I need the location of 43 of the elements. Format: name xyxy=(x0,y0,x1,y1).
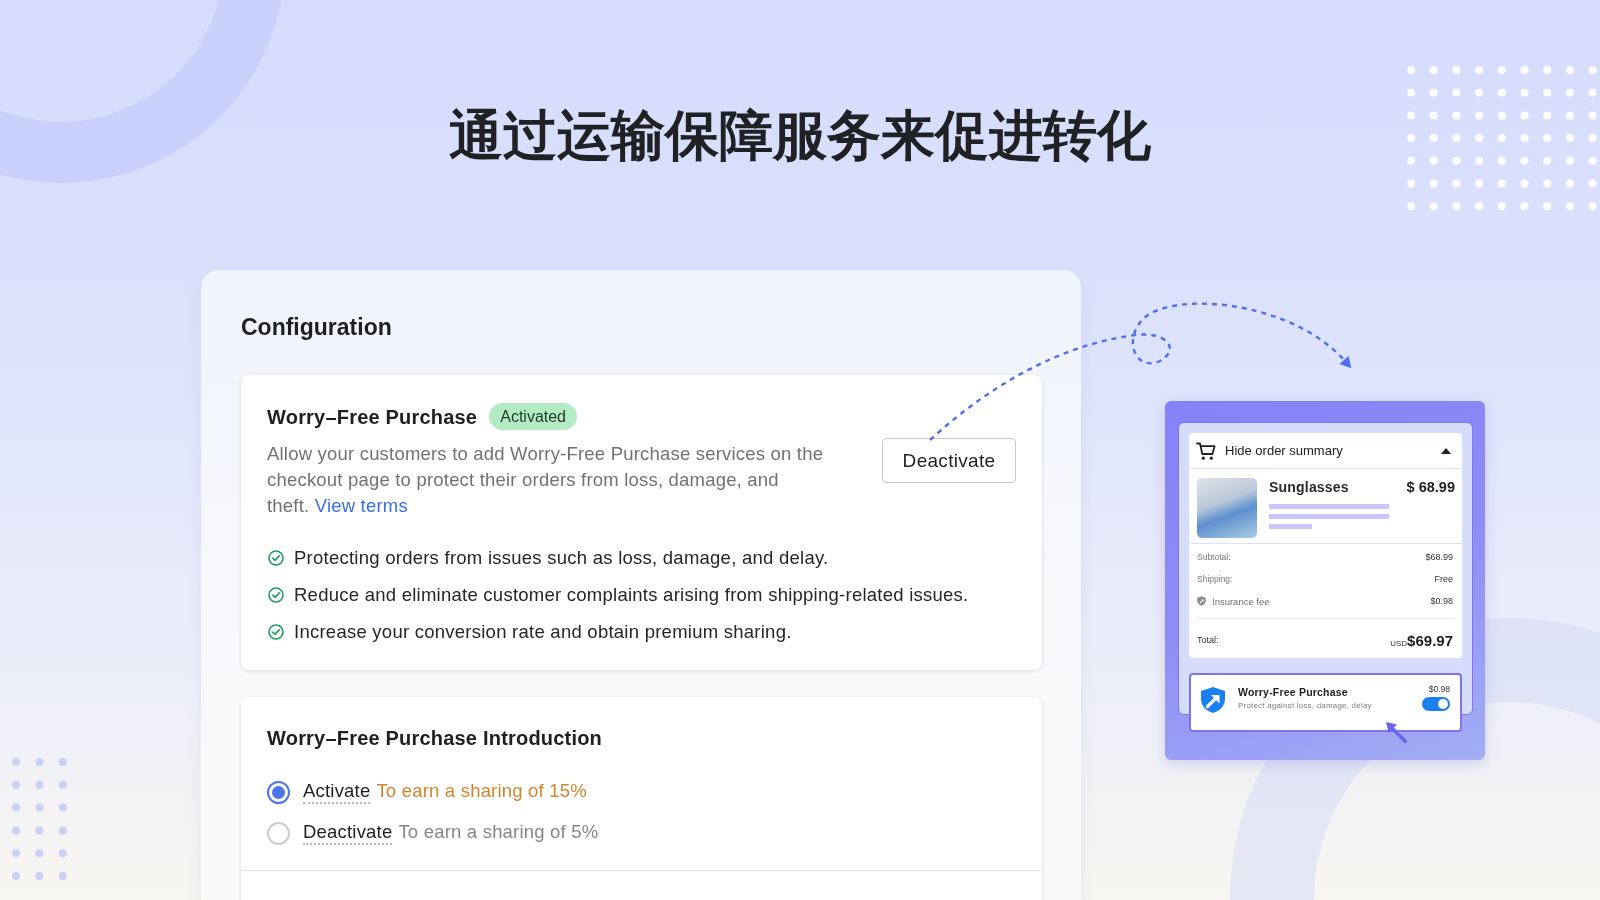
benefit-text: Protecting orders from issues such as loss, damage, and delay. xyxy=(294,547,829,569)
benefit-text: Reduce and eliminate customer complaints arising from shipping-related issues. xyxy=(294,584,969,606)
status-badge: Activated xyxy=(489,403,577,430)
line-value: Free xyxy=(1434,574,1453,584)
view-terms-link[interactable]: View terms xyxy=(314,495,408,516)
check-circle-icon xyxy=(268,587,284,603)
benefit-text: Increase your conversion rate and obtain premium sharing. xyxy=(294,621,792,643)
caret-icon[interactable] xyxy=(1441,447,1451,454)
deactivate-button[interactable]: Deactivate xyxy=(882,438,1016,483)
text-placeholder-bar xyxy=(1269,524,1312,529)
shield-arrow-icon xyxy=(1200,686,1226,714)
total-label: Total: xyxy=(1197,635,1219,645)
card-title: Worry–Free Purchase xyxy=(267,404,478,430)
currency-code: USD xyxy=(1390,638,1408,648)
line-value: $0.98 xyxy=(1430,596,1453,606)
widget-subtitle: Protect against loss, damage, delay xyxy=(1238,701,1372,710)
card-title: Worry–Free Purchase Introduction xyxy=(267,727,602,749)
toggle-switch[interactable] xyxy=(1422,697,1450,711)
radio-button[interactable] xyxy=(267,780,290,804)
line-label: Insurance fee xyxy=(1212,595,1270,607)
widget-price: $0.98 xyxy=(1428,684,1450,694)
cart-icon xyxy=(1196,440,1216,461)
check-circle-icon xyxy=(268,550,284,566)
check-circle-icon xyxy=(268,624,284,640)
total-amount: $69.97 xyxy=(1407,631,1453,649)
summary-toggle-label[interactable]: Hide order summary xyxy=(1225,443,1343,458)
option-note: To earn a sharing of 5% xyxy=(398,821,599,844)
shield-icon xyxy=(1197,596,1206,606)
product-price: $ 68.99 xyxy=(1406,478,1455,496)
product-name: Sunglasses xyxy=(1269,478,1350,496)
option-label: Deactivate xyxy=(303,821,393,845)
widget-title: Worry-Free Purchase xyxy=(1238,686,1349,698)
product-photo-placeholder xyxy=(1197,478,1257,538)
radio-button[interactable] xyxy=(267,821,290,845)
description-text: Allow your customers to add Worry-Free Purchase services on the checkout page to protect their orders from loss, damage, and theft. View terms xyxy=(267,442,824,518)
panel-title: Configuration xyxy=(241,313,392,341)
line-value: $68.99 xyxy=(1425,552,1453,562)
line-label: Shipping: xyxy=(1197,574,1233,584)
option-note: To earn a sharing of 15% xyxy=(376,780,587,803)
page-heading: 通过运输保障服务来促进转化 xyxy=(449,105,1151,167)
line-label: Subtotal: xyxy=(1197,552,1231,562)
option-label: Activate xyxy=(303,780,371,804)
arrow-pointer-icon xyxy=(1386,722,1407,743)
